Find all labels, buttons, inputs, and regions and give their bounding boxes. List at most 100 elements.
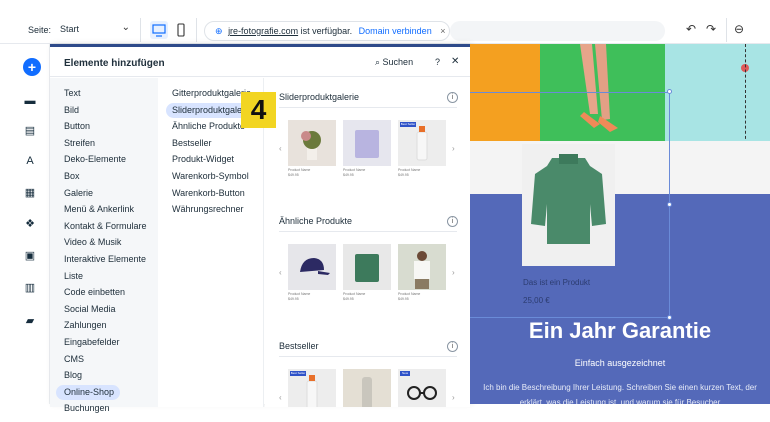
sweater-icon <box>343 120 391 166</box>
product-thumb[interactable] <box>288 120 336 166</box>
apps-icon[interactable]: ▦ <box>23 186 37 200</box>
subcategory-item[interactable]: Warenkorb-Symbol <box>166 169 256 184</box>
bestseller-badge: Best Seller <box>290 371 306 376</box>
category-item[interactable]: Menü & Ankerlink <box>56 202 134 217</box>
guarantee-description: Ich bin die Beschreibung Ihrer Leistung.… <box>483 383 757 404</box>
redo-icon[interactable]: ↷ <box>706 22 716 36</box>
category-item[interactable]: Buchungen <box>56 401 124 416</box>
thumb-name: Product Name <box>288 168 311 172</box>
chevron-down-icon: ⌄ <box>121 22 130 33</box>
resize-handle[interactable] <box>667 89 672 94</box>
design-icon[interactable]: A <box>23 154 37 168</box>
add-elements-button[interactable]: + <box>23 58 41 76</box>
product-thumb[interactable] <box>398 244 446 290</box>
category-item[interactable]: Streifen <box>56 136 124 151</box>
category-item[interactable]: Blog <box>56 368 124 383</box>
preview-area: Sliderproduktgalerie i ‹ Product Name $49… <box>265 78 470 407</box>
site-canvas[interactable]: Das ist ein Produkt 25,00 € Ein Jahr Gar… <box>470 44 770 404</box>
desktop-view-button[interactable] <box>150 21 168 39</box>
category-item[interactable]: Kontakt & Formulare <box>56 219 147 234</box>
chevron-right-icon: › <box>452 393 455 402</box>
thumb-name: Product Name <box>398 292 421 296</box>
subcategory-item[interactable]: Währungsrechner <box>166 202 256 217</box>
thumb-price: $49.95 <box>343 173 354 177</box>
guarantee-title: Ein Jahr Garantie <box>528 318 712 343</box>
chevron-right-icon: › <box>452 144 455 153</box>
portfolio-icon[interactable]: ▰ <box>23 314 37 328</box>
top-bar: Seite: Start ⌄ ⊕ jre-fotografie.com ist … <box>0 0 770 44</box>
info-icon[interactable]: i <box>447 216 458 227</box>
info-icon[interactable]: i <box>447 92 458 103</box>
product-thumb[interactable] <box>343 244 391 290</box>
plant-icon <box>288 120 336 166</box>
page-select-value: Start <box>60 24 80 34</box>
category-item[interactable]: Bild <box>56 103 124 118</box>
thumb-caption: Product Name $49.95 <box>288 168 310 178</box>
category-item[interactable]: Social Media <box>56 302 124 317</box>
subcategory-item[interactable]: Bestseller <box>166 136 256 151</box>
resize-handle[interactable] <box>667 202 672 207</box>
page-select[interactable]: Start ⌄ <box>54 20 136 40</box>
thumb-caption: Product Name $49.95 <box>288 292 310 302</box>
mobile-icon <box>177 23 185 37</box>
divider <box>279 231 457 232</box>
thumb-caption: Product Name $49.95 <box>343 292 365 302</box>
close-icon[interactable]: × <box>440 26 445 36</box>
search-label: Suchen <box>382 57 414 67</box>
url-bar[interactable]: ⊕ jre-fotografie.com ist verfügbar. Doma… <box>204 21 450 41</box>
category-item[interactable]: Button <box>56 119 124 134</box>
product-thumb[interactable] <box>288 244 336 290</box>
category-item[interactable]: Video & Musik <box>56 235 124 250</box>
hero-image-cyan <box>665 44 770 141</box>
new-badge: New <box>400 371 410 376</box>
thumb-price: $49.95 <box>288 297 299 301</box>
business-icon[interactable]: ❖ <box>23 217 37 231</box>
category-item[interactable]: Zahlungen <box>56 318 124 333</box>
category-item[interactable]: CMS <box>56 352 124 367</box>
connect-domain-link[interactable]: Domain verbinden <box>359 26 432 36</box>
product-thumb[interactable] <box>343 369 391 407</box>
product-thumb[interactable] <box>343 120 391 166</box>
panel-title: Elemente hinzufügen <box>64 58 165 69</box>
mobile-view-button[interactable] <box>172 21 190 39</box>
info-icon[interactable]: i <box>447 341 458 352</box>
category-item[interactable]: Interaktive Elemente <box>56 252 146 267</box>
subcategory-item[interactable]: Produkt-Widget <box>166 152 256 167</box>
chevron-left-icon: ‹ <box>279 144 282 153</box>
bestseller-badge: Best Seller <box>400 122 416 127</box>
cms-icon[interactable]: ▥ <box>23 281 37 295</box>
flask-icon <box>343 369 391 407</box>
subcategory-item[interactable]: Warenkorb-Button <box>166 186 256 201</box>
panel-header: Elemente hinzufügen ⌕ Suchen ? ✕ <box>50 47 470 77</box>
zoom-out-icon[interactable]: ⊖ <box>734 22 744 36</box>
selection-frame <box>470 92 670 318</box>
category-item[interactable]: Text <box>56 86 124 101</box>
thumb-name: Product Name <box>288 292 311 296</box>
page-icon[interactable]: ▤ <box>23 124 37 138</box>
category-item[interactable]: Liste <box>56 269 124 284</box>
menus-pages-icon[interactable]: ▬ <box>23 94 37 108</box>
divider <box>140 18 141 42</box>
help-icon[interactable]: ? <box>435 57 440 67</box>
domain-link[interactable]: jre-fotografie.com <box>228 26 298 36</box>
media-icon[interactable]: ▣ <box>23 249 37 263</box>
thumb-name: Product Name <box>398 168 421 172</box>
category-item[interactable]: Box <box>56 169 124 184</box>
thumb-price: $49.95 <box>343 297 354 301</box>
category-item[interactable]: Code einbetten <box>56 285 125 300</box>
search-button[interactable]: ⌕ Suchen <box>375 57 413 68</box>
category-item[interactable]: Deko-Elemente <box>56 152 126 167</box>
guide-line <box>745 44 746 144</box>
cap-icon <box>288 244 336 290</box>
chevron-left-icon: ‹ <box>279 393 282 402</box>
thumb-caption: Product Name $49.95 <box>398 168 420 178</box>
category-item-online-shop[interactable]: Online-Shop <box>56 384 120 400</box>
thumb-caption: Product Name $49.95 <box>343 168 365 178</box>
category-item[interactable]: Eingabefelder <box>56 335 124 350</box>
sweater-icon <box>343 244 391 290</box>
toolbar-spacer <box>450 21 665 41</box>
undo-icon[interactable]: ↶ <box>686 22 696 36</box>
editor-window: Seite: Start ⌄ ⊕ jre-fotografie.com ist … <box>0 0 770 422</box>
close-icon[interactable]: ✕ <box>451 56 459 67</box>
category-item[interactable]: Galerie <box>56 186 124 201</box>
